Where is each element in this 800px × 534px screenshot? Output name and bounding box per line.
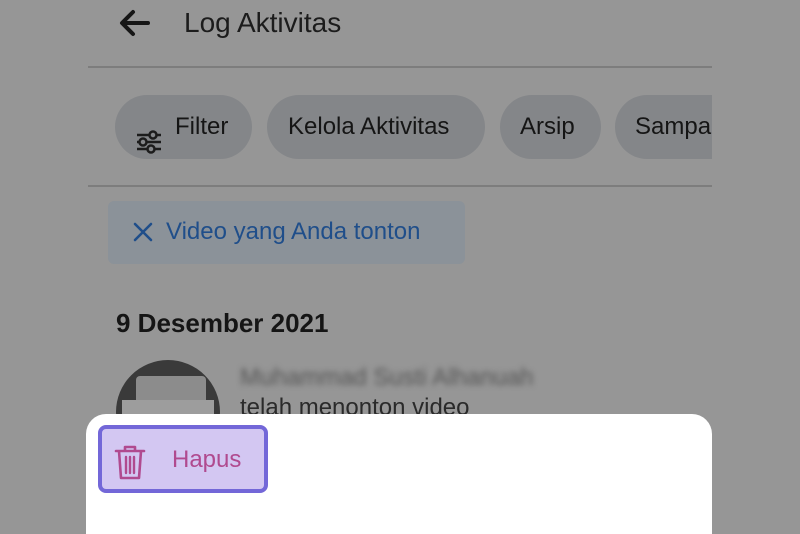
archive-chip[interactable]: Arsip [500, 95, 601, 159]
filter-chip[interactable]: Filter [115, 95, 252, 159]
back-arrow-icon[interactable] [118, 8, 152, 38]
delete-button[interactable]: Hapus [98, 425, 268, 493]
trash-chip[interactable]: Sampah [615, 95, 712, 159]
header-divider [88, 66, 712, 68]
filter-chip-bar: Filter Kelola Aktivitas Arsip Sampah [88, 95, 712, 159]
header: Log Aktivitas [0, 0, 800, 64]
filter-divider [88, 185, 712, 187]
delete-button-label: Hapus [172, 446, 242, 473]
trash-icon [110, 442, 150, 482]
close-icon[interactable] [132, 221, 154, 243]
active-filter-label: Video yang Anda tonton [166, 218, 421, 245]
page-title: Log Aktivitas [184, 7, 342, 38]
archive-chip-label: Arsip [520, 113, 575, 140]
activity-actor-name: Muhammad Susti Alhanuah [240, 364, 534, 391]
trash-chip-label: Sampah [635, 113, 712, 140]
manage-activity-chip-label: Kelola Aktivitas [288, 113, 450, 140]
date-heading: 9 Desember 2021 [116, 308, 329, 338]
filter-chip-label: Filter [175, 113, 229, 140]
active-filter-tag[interactable]: Video yang Anda tonton [108, 201, 465, 264]
manage-activity-chip[interactable]: Kelola Aktivitas [267, 95, 485, 159]
sliders-icon [135, 115, 163, 154]
